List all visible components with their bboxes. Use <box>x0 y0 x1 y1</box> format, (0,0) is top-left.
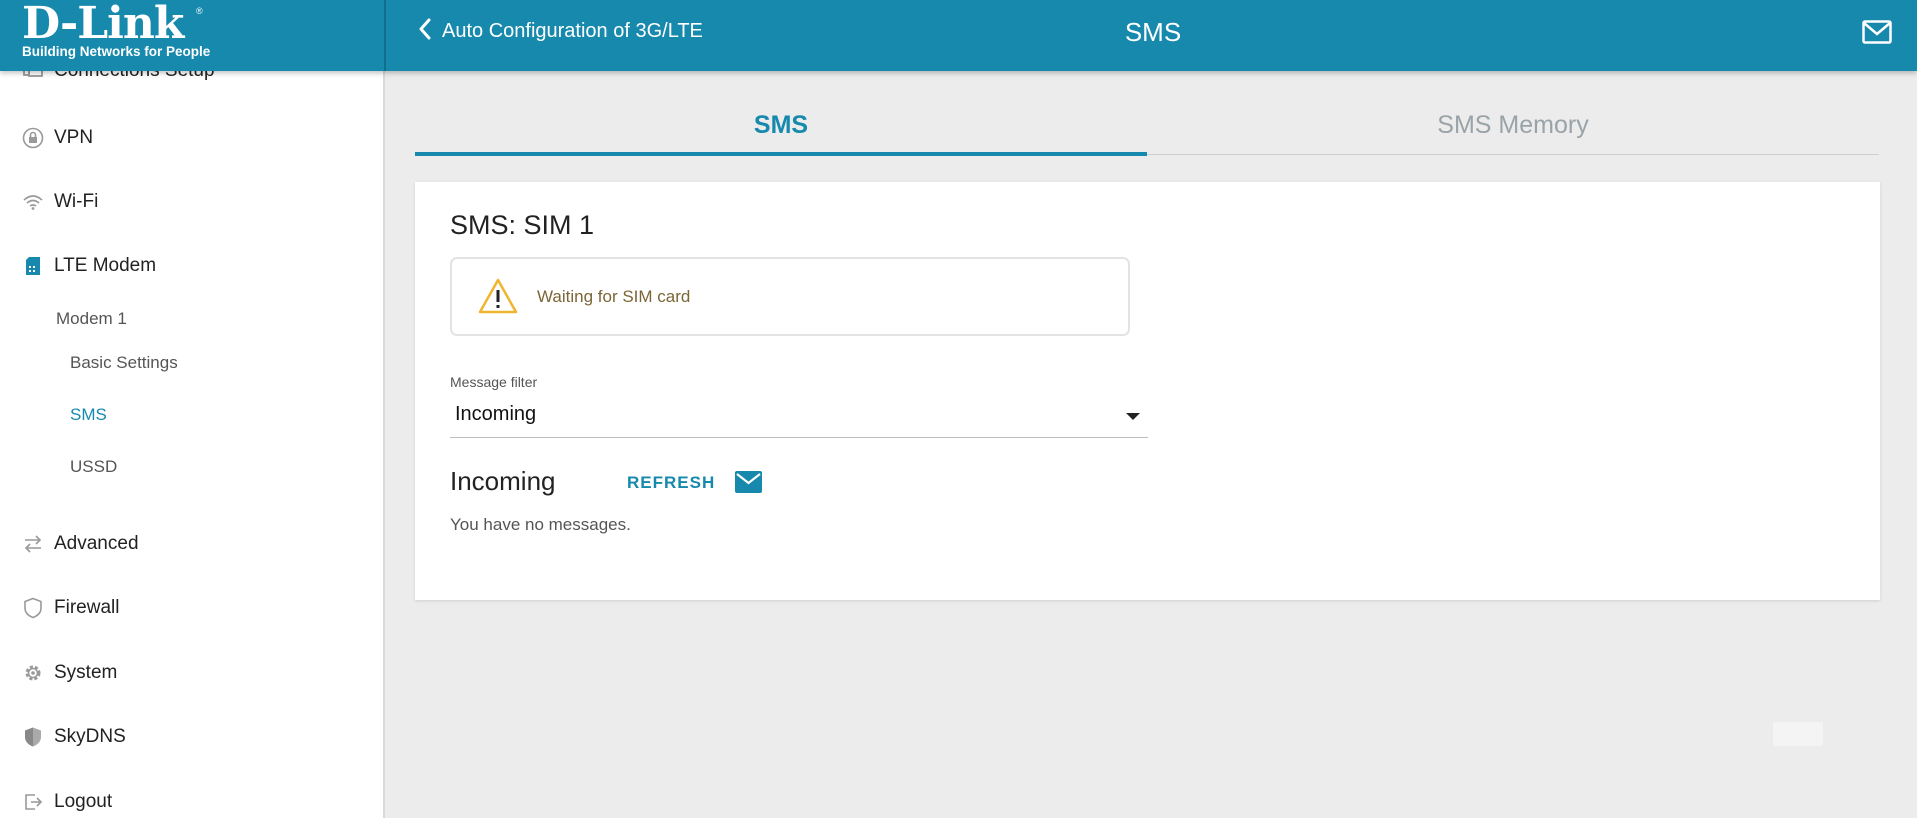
warning-text: Waiting for SIM card <box>537 287 691 306</box>
gear-icon <box>22 662 44 684</box>
arrows-icon <box>22 533 44 555</box>
sms-card: SMS: SIM 1 Waiting for SIM card Message … <box>415 182 1880 600</box>
sidebar-item-advanced[interactable]: Advanced <box>0 522 383 566</box>
message-filter-select[interactable]: Incoming <box>450 394 1148 438</box>
sidebar: Connections Setup VPN Wi-Fi LTE Modem Mo… <box>0 71 385 818</box>
sim-card-icon <box>22 255 44 277</box>
tab-label: SMS Memory <box>1437 111 1589 139</box>
connections-icon <box>22 71 44 82</box>
skydns-shield-icon <box>22 726 44 748</box>
sidebar-item-ussd[interactable]: USSD <box>70 457 117 477</box>
caret-down-icon <box>1126 413 1140 420</box>
logo-text: D-Link <box>22 0 184 49</box>
shield-icon <box>22 597 44 619</box>
envelope-icon[interactable] <box>735 471 762 498</box>
tab-bar: SMS SMS Memory <box>415 100 1879 156</box>
sidebar-item-label: System <box>54 662 118 683</box>
sidebar-item-label: SkyDNS <box>54 726 126 747</box>
sidebar-item-label: Wi-Fi <box>54 191 99 212</box>
logo-registered-mark: ® <box>196 6 203 16</box>
sidebar-item-label: VPN <box>54 127 94 148</box>
chevron-left-icon <box>418 18 432 45</box>
tab-sms-memory[interactable]: SMS Memory <box>1147 100 1879 156</box>
sidebar-item-connections-setup[interactable]: Connections Setup <box>0 71 383 93</box>
sidebar-item-basic-settings[interactable]: Basic Settings <box>70 353 178 373</box>
tab-sms[interactable]: SMS <box>415 100 1147 156</box>
lock-icon <box>22 127 44 149</box>
logo-tagline: Building Networks for People <box>22 44 211 59</box>
logo[interactable]: D-Link ® Building Networks for People <box>0 0 385 71</box>
sidebar-item-label: Logout <box>54 791 113 812</box>
sidebar-item-firewall[interactable]: Firewall <box>0 586 383 630</box>
sidebar-item-sms[interactable]: SMS <box>70 405 107 425</box>
envelope-icon[interactable] <box>1862 20 1892 49</box>
sidebar-item-label: Connections Setup <box>54 71 215 82</box>
logout-icon <box>22 791 44 813</box>
sidebar-item-label: Advanced <box>54 533 139 554</box>
sidebar-group-modem-1[interactable]: Modem 1 <box>56 309 127 329</box>
sidebar-item-lte-modem[interactable]: LTE Modem <box>0 244 383 288</box>
active-tab-indicator <box>415 152 1147 156</box>
top-header: D-Link ® Building Networks for People Au… <box>0 0 1917 71</box>
sidebar-item-label: LTE Modem <box>54 255 157 276</box>
save-button[interactable]: Save <box>1773 722 1823 746</box>
message-filter-value: Incoming <box>455 403 537 425</box>
wifi-icon <box>22 191 44 213</box>
card-title: SMS: SIM 1 <box>450 210 595 240</box>
tab-label: SMS <box>753 111 809 139</box>
header-divider <box>384 0 386 71</box>
warning-banner: Waiting for SIM card <box>450 257 1130 336</box>
warning-icon <box>477 277 519 320</box>
page-title: SMS <box>1124 17 1182 47</box>
message-filter-label: Message filter <box>450 374 538 390</box>
sidebar-item-wifi[interactable]: Wi-Fi <box>0 180 383 224</box>
sidebar-item-skydns[interactable]: SkyDNS <box>0 715 383 759</box>
back-button[interactable]: Auto Configuration of 3G/LTE <box>418 18 703 45</box>
refresh-button[interactable]: REFRESH <box>627 473 715 493</box>
sidebar-item-system[interactable]: System <box>0 651 383 695</box>
empty-messages-text: You have no messages. <box>450 515 631 534</box>
sidebar-item-label: Firewall <box>54 597 120 618</box>
sidebar-item-vpn[interactable]: VPN <box>0 116 383 160</box>
back-label: Auto Configuration of 3G/LTE <box>442 20 703 42</box>
sidebar-item-logout[interactable]: Logout <box>0 780 383 818</box>
section-title: Incoming <box>450 466 556 496</box>
